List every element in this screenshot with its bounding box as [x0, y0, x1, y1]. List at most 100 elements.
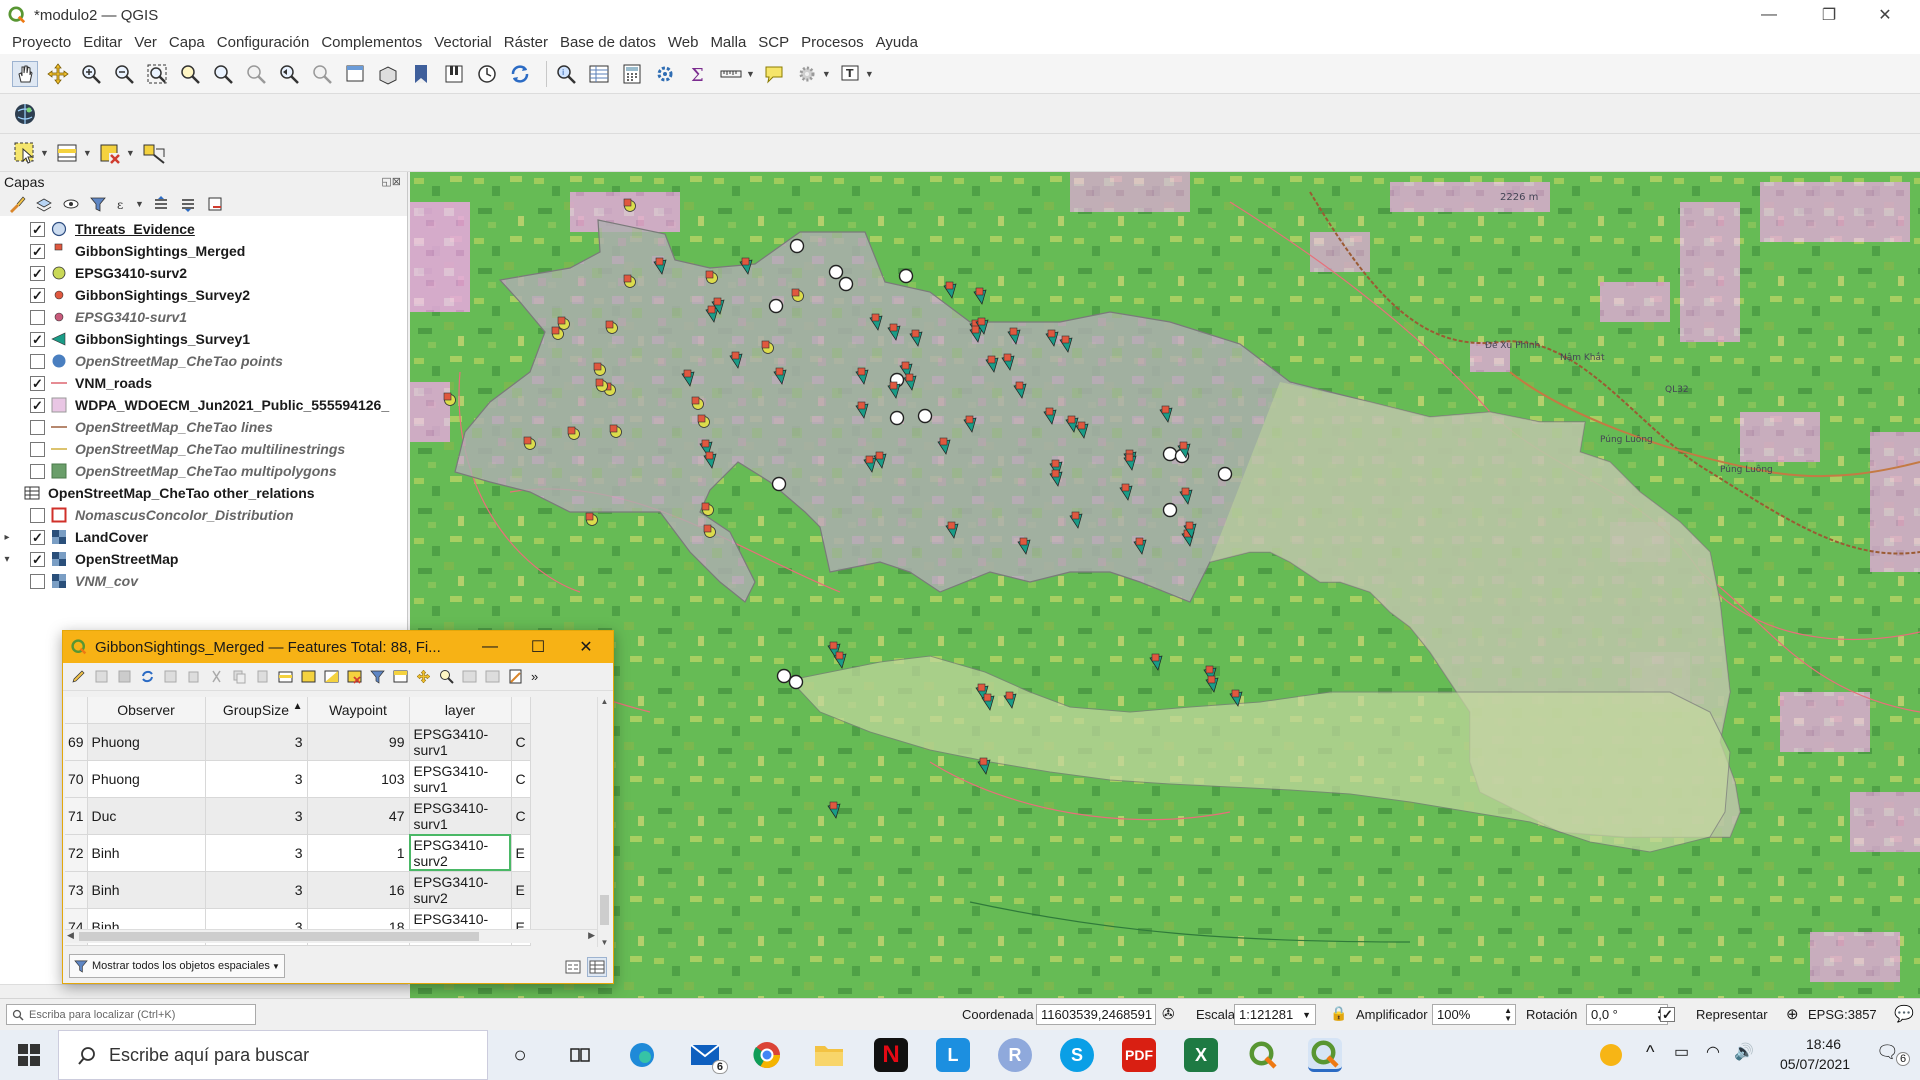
scroll-right-icon[interactable]: ▶: [588, 930, 595, 941]
qgis-taskbar-active-icon[interactable]: [1308, 1038, 1342, 1072]
chevron-up-icon[interactable]: ^: [1646, 1042, 1654, 1063]
restore-button[interactable]: ❐: [1806, 0, 1852, 30]
layer-visibility-checkbox[interactable]: [30, 419, 45, 435]
toggle-editing-icon[interactable]: [71, 669, 86, 684]
observer-cell[interactable]: Binh: [87, 871, 206, 909]
menu-capa[interactable]: Capa: [169, 34, 205, 51]
scroll-up-icon[interactable]: ▲: [598, 697, 611, 706]
layer-row[interactable]: ✓ EPSG3410-surv2: [0, 262, 407, 284]
layer-row[interactable]: VNM_cov: [0, 570, 407, 592]
layer-visibility-checkbox[interactable]: ✓: [30, 265, 45, 281]
table-row[interactable]: 71 Duc 3 47 EPSG3410-surv1 C: [65, 797, 531, 835]
layer-visibility-checkbox[interactable]: ✓: [30, 287, 45, 303]
menu-scp[interactable]: SCP: [758, 34, 789, 51]
pan-to-selected-icon[interactable]: [416, 669, 431, 684]
new-map-view-icon[interactable]: [342, 61, 368, 87]
row-number-cell[interactable]: 72: [65, 834, 88, 872]
truncated-cell[interactable]: E: [511, 871, 531, 909]
layer-visibility-checkbox[interactable]: ✓: [30, 397, 45, 413]
gear-icon[interactable]: [794, 61, 820, 87]
pdf-reader-icon[interactable]: PDF: [1122, 1038, 1156, 1072]
layer-row[interactable]: ▸ ✓ LandCover: [0, 526, 407, 548]
coordinate-field[interactable]: 11603539,2468591: [1036, 1004, 1156, 1025]
locator-search-input[interactable]: Escriba para localizar (Ctrl+K): [6, 1004, 256, 1025]
waypoint-cell[interactable]: 103: [307, 760, 410, 798]
truncated-cell[interactable]: C: [511, 797, 531, 835]
layer-cell[interactable]: EPSG3410-surv2: [409, 834, 512, 872]
windows-start-icon[interactable]: [18, 1044, 40, 1069]
layer-visibility-checkbox[interactable]: [30, 309, 45, 325]
field-calculator-icon[interactable]: [619, 61, 645, 87]
layer-visibility-checkbox[interactable]: ✓: [30, 331, 45, 347]
layers-horizontal-scrollbar[interactable]: [0, 984, 408, 998]
filter-legend-icon[interactable]: [89, 195, 107, 213]
table-view-icon[interactable]: [587, 957, 607, 977]
pan-to-selection-icon[interactable]: [45, 61, 71, 87]
temporal-controller-icon[interactable]: [474, 61, 500, 87]
messages-icon[interactable]: 💬: [1894, 1004, 1914, 1024]
filter-expression-icon[interactable]: ε: [116, 195, 134, 213]
delete-field-icon[interactable]: [485, 669, 500, 684]
form-view-icon[interactable]: [563, 957, 583, 977]
chevron-down-icon[interactable]: ▼: [865, 69, 874, 79]
layer-row[interactable]: OpenStreetMap_CheTao other_relations: [0, 482, 407, 504]
collapse-all-icon[interactable]: [179, 195, 197, 213]
menu-base-de-datos[interactable]: Base de datos: [560, 34, 656, 51]
column-header-truncated[interactable]: [511, 697, 531, 724]
groupsize-cell[interactable]: 3: [205, 871, 308, 909]
invert-selection-icon[interactable]: [324, 669, 339, 684]
statistics-summary-icon[interactable]: Σ: [685, 61, 711, 87]
text-annotation-icon[interactable]: T: [837, 61, 863, 87]
more-tools-icon[interactable]: »: [531, 669, 538, 684]
waypoint-cell[interactable]: 47: [307, 797, 410, 835]
close-button[interactable]: ✕: [1862, 0, 1908, 30]
menu-vectorial[interactable]: Vectorial: [434, 34, 492, 51]
save-edits-icon[interactable]: [117, 669, 132, 684]
excel-icon[interactable]: X: [1184, 1038, 1218, 1072]
menu-ver[interactable]: Ver: [134, 34, 157, 51]
waypoint-cell[interactable]: 16: [307, 871, 410, 909]
remove-layer-icon[interactable]: [206, 195, 224, 213]
layer-visibility-checkbox[interactable]: ✓: [30, 529, 45, 545]
zoom-to-layer-icon[interactable]: [210, 61, 236, 87]
groupsize-cell[interactable]: 3: [205, 760, 308, 798]
clock-date[interactable]: 05/07/2021: [1780, 1056, 1850, 1072]
measure-icon[interactable]: [718, 61, 744, 87]
new-3d-view-icon[interactable]: [375, 61, 401, 87]
zoom-full-icon[interactable]: [144, 61, 170, 87]
crs-button[interactable]: EPSG:3857: [1808, 1007, 1877, 1022]
rotation-field[interactable]: 0,0 ° ▲▼: [1586, 1004, 1668, 1025]
edge-icon[interactable]: [625, 1038, 659, 1072]
select-by-expression-icon[interactable]: [278, 669, 293, 684]
skype-icon[interactable]: S: [1060, 1038, 1094, 1072]
layer-visibility-checkbox[interactable]: [30, 573, 45, 589]
menu-procesos[interactable]: Procesos: [801, 34, 864, 51]
observer-cell[interactable]: Phuong: [87, 760, 206, 798]
layer-row[interactable]: ✓ GibbonSightings_Merged: [0, 240, 407, 262]
layer-cell[interactable]: EPSG3410-surv2: [409, 871, 512, 909]
panel-float-close-icon[interactable]: ◱⊠: [381, 175, 401, 188]
globe-plugin-icon[interactable]: [12, 101, 38, 127]
r-app-icon[interactable]: R: [998, 1038, 1032, 1072]
layer-cell[interactable]: EPSG3410-surv1: [409, 760, 512, 798]
chevron-down-icon[interactable]: ▼: [135, 199, 144, 209]
column-header-observer[interactable]: Observer: [87, 697, 206, 724]
collapse-arrow-icon[interactable]: ▾: [0, 554, 14, 565]
table-row[interactable]: 72 Binh 3 1 EPSG3410-surv2 E: [65, 834, 531, 872]
zoom-native-icon[interactable]: [243, 61, 269, 87]
minimize-button[interactable]: —: [1746, 0, 1792, 30]
show-all-features-button[interactable]: Mostrar todos los objetos espaciales ▼: [69, 954, 285, 978]
layer-row[interactable]: ✓ VNM_roads: [0, 372, 407, 394]
multi-edit-icon[interactable]: [94, 669, 109, 684]
layer-cell[interactable]: EPSG3410-surv1: [409, 797, 512, 835]
weather-icon[interactable]: [1600, 1044, 1622, 1066]
groupsize-cell[interactable]: 3: [205, 723, 308, 761]
delete-feature-icon[interactable]: [186, 669, 201, 684]
chrome-icon[interactable]: [750, 1038, 784, 1072]
column-header-waypoint[interactable]: Waypoint: [307, 697, 410, 724]
cortana-icon[interactable]: ○: [503, 1038, 537, 1072]
row-number-cell[interactable]: 70: [65, 760, 88, 798]
scroll-left-icon[interactable]: ◀: [67, 930, 74, 941]
globe-crs-icon[interactable]: ⊕: [1786, 1005, 1799, 1023]
layer-row[interactable]: ✓ WDPA_WDOECM_Jun2021_Public_555594126_: [0, 394, 407, 416]
